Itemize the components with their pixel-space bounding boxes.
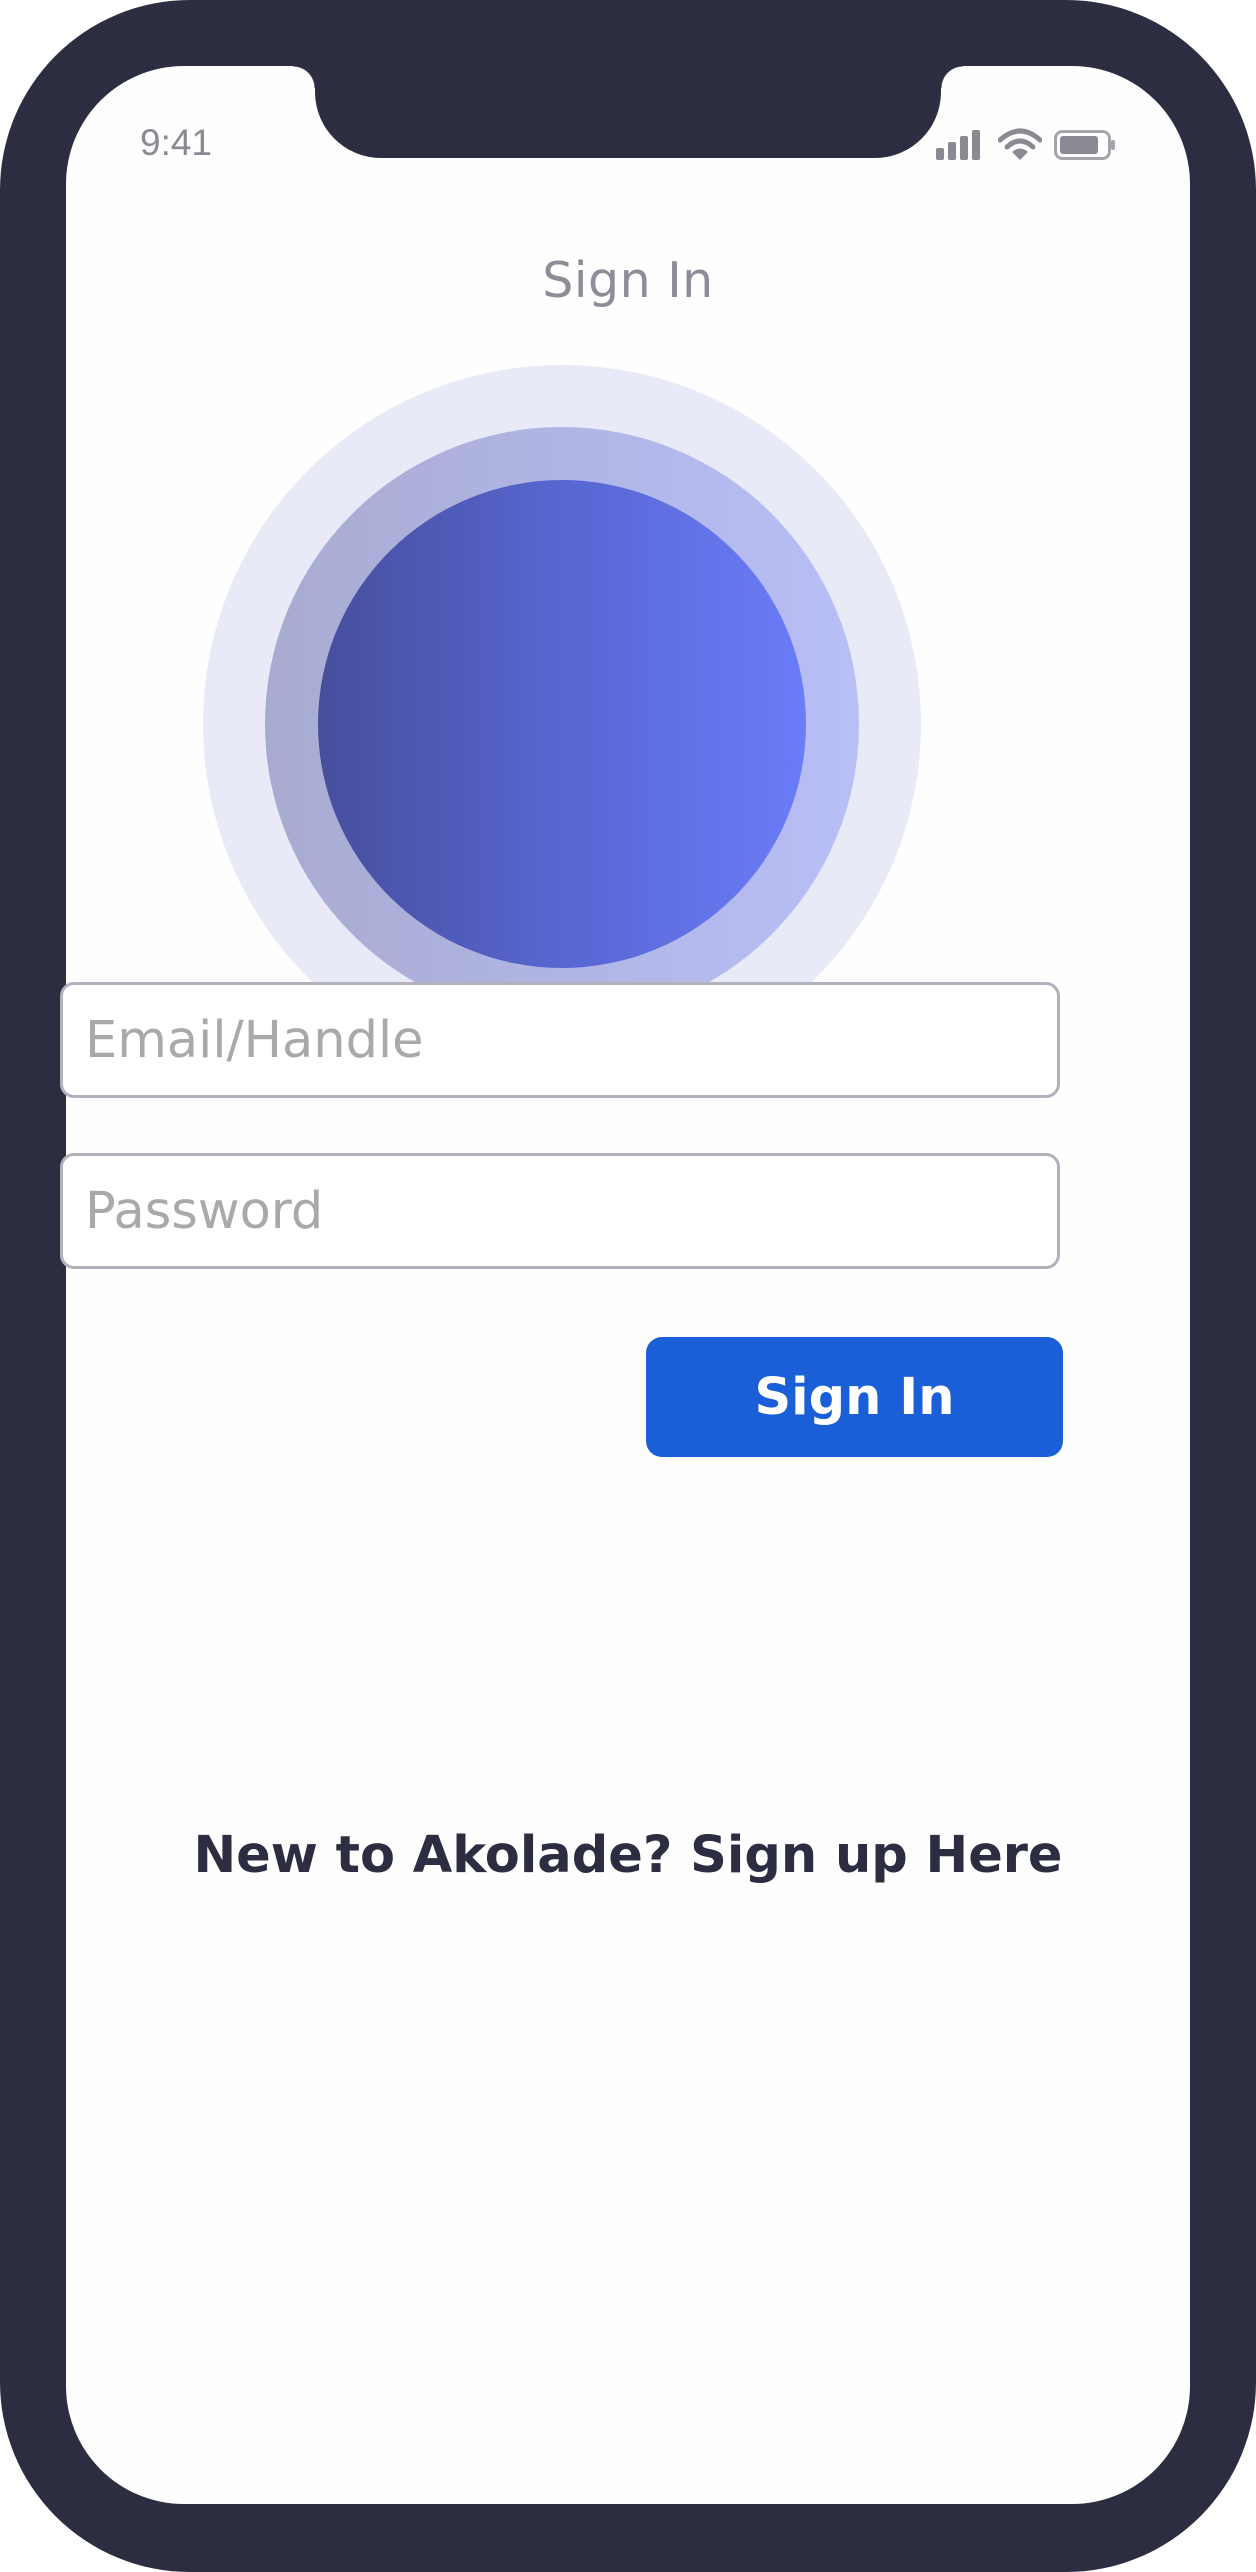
sign-up-link[interactable]: New to Akolade? Sign up Here	[0, 1826, 1256, 1885]
hero-graphic	[203, 365, 921, 1083]
status-time: 9:41	[140, 122, 213, 163]
battery-icon	[1054, 130, 1115, 160]
sign-in-button[interactable]: Sign In	[646, 1337, 1063, 1457]
device-notch	[293, 66, 963, 158]
hero-inner-circle	[318, 480, 806, 968]
email-field[interactable]	[60, 982, 1060, 1098]
password-field[interactable]	[60, 1153, 1060, 1269]
status-icons	[936, 128, 1116, 162]
wifi-icon	[998, 128, 1042, 160]
signal-icon	[936, 130, 980, 160]
page-title: Sign In	[542, 252, 714, 309]
